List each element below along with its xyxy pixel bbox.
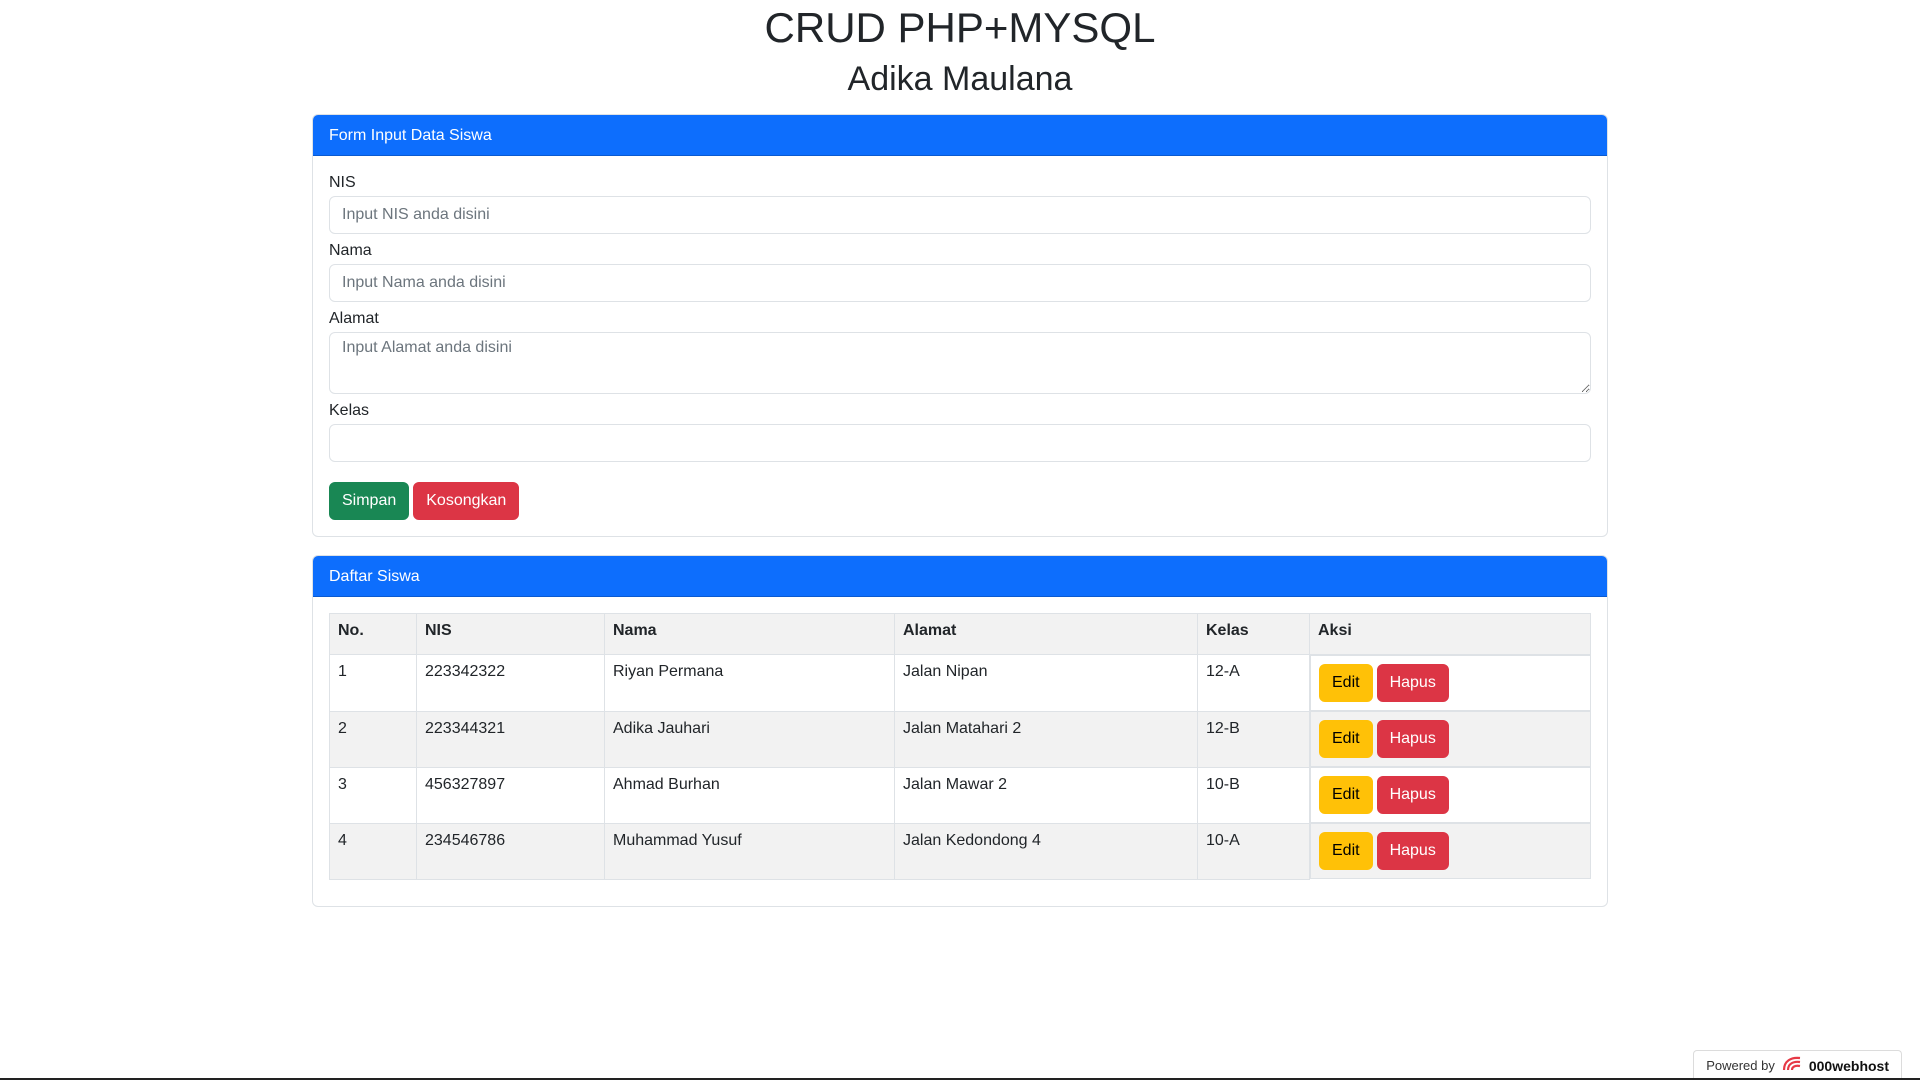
cell-alamat: Jalan Matahari 2 xyxy=(894,710,1198,768)
brand-name: 000webhost xyxy=(1808,1057,1889,1074)
page-subtitle: Adika Maulana xyxy=(847,60,1073,98)
list-card-header: Daftar Siswa xyxy=(313,556,1607,597)
form-card-header: Form Input Data Siswa xyxy=(313,115,1607,156)
edit-button[interactable]: Edit xyxy=(1319,832,1373,870)
cell-nis: 223344321 xyxy=(416,710,605,768)
cell-nama: Ahmad Burhan xyxy=(604,766,895,824)
student-table: No. NIS Nama Alamat Kelas Aksi 1 2233423… xyxy=(329,613,1591,880)
nama-label: Nama xyxy=(329,242,372,259)
column-header-nama: Nama xyxy=(604,613,895,655)
cell-nis: 456327897 xyxy=(416,766,605,824)
nama-input[interactable] xyxy=(329,264,1591,302)
column-header-alamat: Alamat xyxy=(894,613,1198,655)
form-card: Form Input Data Siswa NIS Nama Alamat Ke… xyxy=(312,114,1608,537)
cell-kelas: 10-B xyxy=(1197,766,1310,824)
cell-no: 3 xyxy=(329,766,417,824)
cell-nis: 223342322 xyxy=(416,654,605,712)
kosongkan-button[interactable]: Kosongkan xyxy=(413,482,520,520)
alamat-textarea[interactable] xyxy=(329,332,1591,394)
cell-kelas: 12-A xyxy=(1197,654,1310,712)
cell-kelas: 12-B xyxy=(1197,710,1310,768)
cell-alamat: Jalan Kedondong 4 xyxy=(894,822,1198,880)
hapus-button[interactable]: Hapus xyxy=(1376,720,1449,758)
page-title: CRUD PHP+MYSQL xyxy=(764,4,1156,51)
cell-alamat: Jalan Mawar 2 xyxy=(894,766,1198,824)
nis-input[interactable] xyxy=(329,196,1591,234)
cell-actions: Edit Hapus xyxy=(1310,711,1591,767)
cell-actions: Edit Hapus xyxy=(1310,767,1591,823)
simpan-button[interactable]: Simpan xyxy=(329,482,410,520)
table-row: 2 223344321 Adika Jauhari Jalan Matahari… xyxy=(329,710,1591,768)
000webhost-logo-icon xyxy=(1781,1055,1803,1076)
cell-nama: Riyan Permana xyxy=(604,654,895,712)
cell-actions: Edit Hapus xyxy=(1310,655,1591,711)
student-list-card: Daftar Siswa No. NIS Nama Alamat Kelas A… xyxy=(312,555,1608,907)
cell-no: 1 xyxy=(329,654,417,712)
nis-label: NIS xyxy=(329,174,356,191)
kelas-label: Kelas xyxy=(329,402,370,419)
cell-actions: Edit Hapus xyxy=(1310,823,1591,879)
powered-by-badge[interactable]: Powered by 000webhost xyxy=(1693,1050,1902,1080)
powered-by-text: Powered by xyxy=(1706,1058,1775,1073)
hapus-button[interactable]: Hapus xyxy=(1376,832,1449,870)
alamat-label: Alamat xyxy=(329,310,379,327)
cell-no: 4 xyxy=(329,822,417,880)
column-header-kelas: Kelas xyxy=(1197,613,1310,655)
table-row: 4 234546786 Muhammad Yusuf Jalan Kedondo… xyxy=(329,822,1591,880)
table-row: 1 223342322 Riyan Permana Jalan Nipan 12… xyxy=(329,654,1591,712)
hapus-button[interactable]: Hapus xyxy=(1376,776,1449,814)
edit-button[interactable]: Edit xyxy=(1319,664,1373,702)
cell-nama: Muhammad Yusuf xyxy=(604,822,895,880)
table-row: 3 456327897 Ahmad Burhan Jalan Mawar 2 1… xyxy=(329,766,1591,824)
column-header-no: No. xyxy=(329,613,417,655)
column-header-nis: NIS xyxy=(416,613,605,655)
table-header-row: No. NIS Nama Alamat Kelas Aksi xyxy=(329,613,1591,655)
column-header-aksi: Aksi xyxy=(1309,613,1591,655)
hapus-button[interactable]: Hapus xyxy=(1376,664,1449,702)
cell-nama: Adika Jauhari xyxy=(604,710,895,768)
cell-alamat: Jalan Nipan xyxy=(894,654,1198,712)
edit-button[interactable]: Edit xyxy=(1319,720,1373,758)
form-button-row: Simpan Kosongkan xyxy=(329,482,1591,520)
edit-button[interactable]: Edit xyxy=(1319,776,1373,814)
main-container: Form Input Data Siswa NIS Nama Alamat Ke… xyxy=(312,114,1608,907)
list-card-body: No. NIS Nama Alamat Kelas Aksi 1 2233423… xyxy=(313,597,1607,906)
cell-no: 2 xyxy=(329,710,417,768)
form-card-body: NIS Nama Alamat Kelas Simpan Kosongkan xyxy=(313,156,1607,536)
kelas-input[interactable] xyxy=(329,424,1591,462)
cell-nis: 234546786 xyxy=(416,822,605,880)
cell-kelas: 10-A xyxy=(1197,822,1310,880)
